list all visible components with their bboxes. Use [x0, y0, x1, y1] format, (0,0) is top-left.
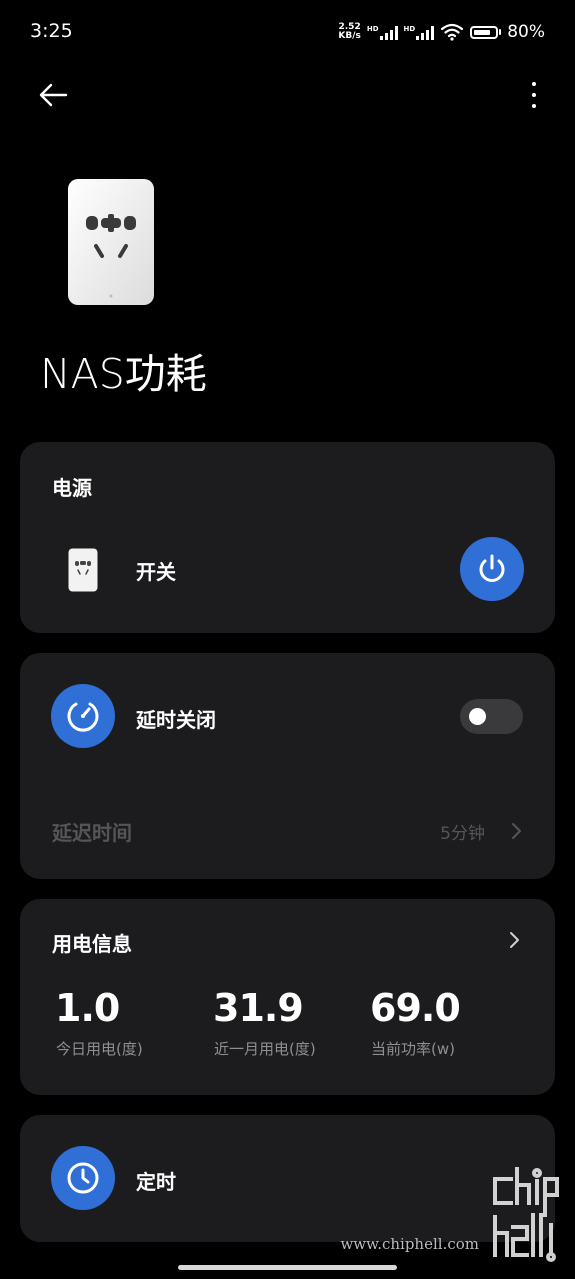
current-power-label: 当前功率(w): [371, 1040, 455, 1058]
status-icons: 2.52 KB/s HD HD 80%: [338, 22, 545, 42]
network-speed: 2.52 KB/s: [338, 22, 361, 41]
power-card-title: 电源: [52, 476, 92, 500]
chiphell-watermark-logo: [493, 1167, 559, 1262]
chevron-right-icon: [512, 823, 521, 839]
power-icon: [479, 554, 505, 582]
power-card: 电源 开关: [20, 442, 555, 633]
smart-plug-image: [68, 179, 154, 305]
clock-icon: [67, 1162, 99, 1194]
month-usage-value: 31.9: [213, 986, 304, 1030]
usage-card[interactable]: 用电信息 1.0 今日用电(度) 31.9 近一月用电(度) 69.0 当前功率…: [20, 899, 555, 1095]
arrow-left-icon[interactable]: [36, 80, 70, 110]
timer-icon-badge: [51, 1146, 115, 1210]
delay-time-label: 延迟时间: [52, 821, 132, 845]
delay-time-row[interactable]: 延迟时间 5分钟: [20, 803, 555, 857]
switch-label: 开关: [136, 560, 176, 584]
today-usage-label: 今日用电(度): [56, 1040, 143, 1058]
today-usage-value: 1.0: [55, 986, 120, 1030]
plug-icon: [68, 548, 98, 592]
delay-card: 延时关闭 延迟时间 5分钟: [20, 653, 555, 879]
delay-icon-badge: [51, 684, 115, 748]
timer-card[interactable]: 定时: [20, 1115, 555, 1242]
status-time: 3:25: [30, 20, 73, 42]
timer-label: 定时: [136, 1170, 176, 1194]
watermark-text: www.chiphell.com: [340, 1235, 479, 1253]
device-title: NAS功耗: [40, 350, 207, 398]
delay-time-value: 5分钟: [440, 824, 485, 844]
signal-1-icon: HD: [367, 25, 398, 40]
usage-card-title: 用电信息: [52, 932, 132, 956]
current-power-value: 69.0: [370, 986, 461, 1030]
home-indicator[interactable]: [178, 1265, 397, 1270]
more-vertical-icon[interactable]: [529, 80, 539, 110]
month-usage-label: 近一月用电(度): [214, 1040, 316, 1058]
battery-icon: [470, 25, 502, 39]
timer-off-icon: [67, 702, 99, 732]
toggle-knob: [469, 708, 486, 725]
wifi-icon: [441, 23, 464, 41]
delay-off-label: 延时关闭: [136, 708, 216, 732]
battery-percent: 80%: [507, 22, 545, 42]
delay-off-toggle[interactable]: [460, 699, 523, 734]
chevron-right-icon[interactable]: [507, 930, 521, 950]
signal-2-icon: HD: [404, 25, 435, 40]
power-button[interactable]: [460, 537, 524, 601]
